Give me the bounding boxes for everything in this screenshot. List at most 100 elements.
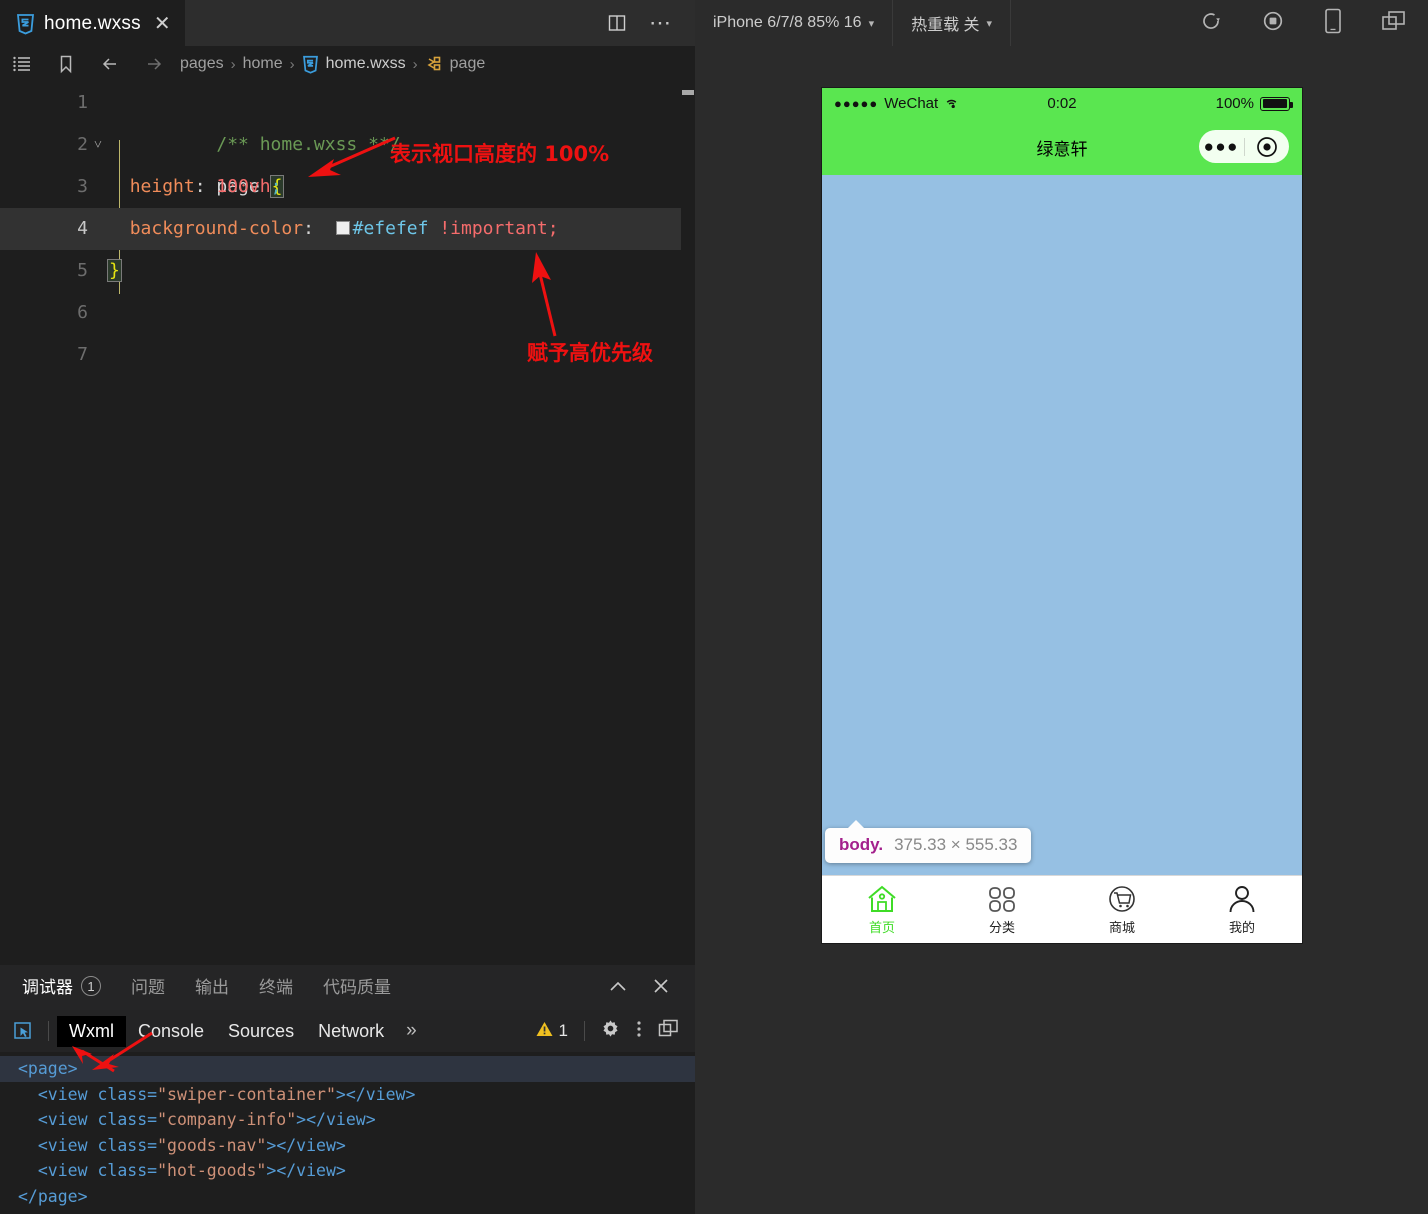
toolbar-divider (48, 1021, 49, 1041)
tooltip-selector: body. (839, 835, 884, 854)
wxml-tag-close: </view> (276, 1161, 346, 1180)
editor-tab-home-wxss[interactable]: home.wxss ✕ (0, 0, 185, 46)
wxml-class-value: "company-info" (157, 1110, 297, 1129)
editor-scrollbar[interactable] (681, 82, 695, 965)
arrow-left-icon[interactable] (100, 54, 120, 74)
css-important-flag: !important (439, 218, 548, 239)
wxml-class-value: "goods-nav" (157, 1135, 267, 1155)
tabbar-item-shop[interactable]: 商城 (1062, 883, 1182, 936)
tabbar-label: 我的 (1228, 921, 1255, 936)
wxml-node-goods-nav[interactable]: <view class="goods-nav"></view> (0, 1133, 695, 1159)
tooltip-arrow (847, 820, 865, 829)
tabbar-label: 商城 (1108, 921, 1135, 936)
wxml-tag-close: </view> (306, 1110, 376, 1129)
category-icon (987, 883, 1017, 914)
warning-count: 1 (558, 1021, 568, 1040)
statusbar-right: 100% (1215, 95, 1293, 112)
breadcrumb-item-pages[interactable]: pages (180, 55, 224, 73)
outline-list-icon[interactable] (12, 54, 32, 74)
phone-simulator: ●●●●● WeChat 0:02 100% 绿意轩 ●●● body. 375… (822, 88, 1302, 943)
panel-tab-terminal[interactable]: 终端 (259, 973, 293, 1003)
fold-chevron-down-icon[interactable]: ˅ (88, 124, 108, 166)
editor-tab-label: home.wxss (44, 12, 141, 34)
bookmark-icon[interactable] (56, 54, 76, 74)
code-editor[interactable]: 1 /** home.wxss **/ 2 ˅ page { 3 height:… (0, 82, 695, 965)
devtools-tab-console[interactable]: Console (126, 1016, 216, 1047)
panel-tab-problems[interactable]: 问题 (131, 973, 165, 1003)
panel-tab-debugger[interactable]: 调试器 1 (22, 973, 101, 1012)
tabbar-item-mine[interactable]: 我的 (1182, 883, 1302, 936)
wxml-class-value: "swiper-container" (157, 1084, 336, 1104)
wxml-node-swiper-container[interactable]: <view class="swiper-container"></view> (0, 1082, 695, 1108)
close-icon[interactable] (653, 978, 669, 998)
line-number: 5 (77, 260, 88, 281)
color-swatch[interactable] (335, 221, 350, 235)
capsule-target-icon[interactable] (1245, 135, 1290, 159)
more-options-icon[interactable]: ⋯ (649, 12, 673, 34)
wxml-tree[interactable]: <page> <view class="swiper-container"></… (0, 1052, 695, 1214)
css-property-height: height (129, 176, 195, 197)
line-number: 6 (77, 302, 88, 323)
panel-tab-output[interactable]: 输出 (195, 973, 229, 1003)
page-body-highlight[interactable]: body. 375.33 × 555.33 (822, 175, 1302, 875)
wxml-node-page-close[interactable]: </page> (0, 1184, 695, 1210)
colon: : (303, 218, 314, 239)
wxss-file-icon (302, 55, 319, 74)
gear-icon[interactable] (601, 1019, 620, 1043)
wxml-class-value: "hot-goods" (157, 1161, 267, 1180)
stop-record-icon[interactable] (1261, 9, 1285, 38)
split-editor-icon[interactable] (607, 13, 627, 33)
page-title: 绿意轩 (1036, 139, 1088, 160)
code-line-4: 4 background-color: #efefef !important; (0, 208, 695, 250)
device-selector-label: iPhone 6/7/8 85% 16 (713, 14, 862, 31)
device-preview-icon[interactable] (1323, 8, 1343, 39)
battery-percent-label: 100% (1215, 95, 1254, 112)
panel-tab-code-quality[interactable]: 代码质量 (323, 973, 391, 1003)
wxml-node-company-info[interactable]: <view class="company-info"></view> (0, 1107, 695, 1133)
breadcrumb-trail: pages › home › home.wxss › page (180, 55, 485, 74)
css-value-100vh: 100vh (216, 176, 271, 197)
editor-pane: home.wxss ✕ ⋯ pages › home › home.wxss ›… (0, 0, 695, 1214)
hot-reload-label: 热重载 关 (911, 17, 980, 34)
dock-panel-icon[interactable] (658, 1019, 679, 1043)
carrier-label: WeChat (884, 95, 939, 112)
wxml-tag: <page> (18, 1059, 78, 1078)
devtools-tab-sources[interactable]: Sources (216, 1016, 306, 1047)
capsule-menu-dots-icon[interactable]: ●●● (1199, 138, 1244, 155)
code-line-1: 1 /** home.wxss **/ (0, 82, 695, 155)
warning-triangle-icon (536, 1021, 553, 1042)
close-icon[interactable]: ✕ (154, 14, 171, 34)
line-number: 3 (77, 176, 88, 197)
chevron-up-icon[interactable] (609, 978, 627, 997)
tabbar-item-category[interactable]: 分类 (942, 883, 1062, 936)
devtools-overflow-icon[interactable]: » (396, 1020, 427, 1042)
detach-window-icon[interactable] (1381, 9, 1406, 37)
semicolon: ; (547, 218, 559, 239)
breadcrumb-item-home-wxss[interactable]: home.wxss (326, 55, 406, 73)
breadcrumb-item-home[interactable]: home (243, 55, 283, 73)
arrow-right-icon[interactable] (144, 54, 164, 74)
devtools-tab-wxml[interactable]: Wxml (57, 1015, 126, 1047)
wxml-node-hot-goods[interactable]: <view class="hot-goods"></view> (0, 1158, 695, 1184)
element-inspect-tooltip: body. 375.33 × 555.33 (825, 820, 1032, 863)
css-property-background-color: background-color (129, 218, 304, 239)
device-selector[interactable]: iPhone 6/7/8 85% 16 ▾ (695, 0, 894, 46)
wxml-node-page-open[interactable]: <page> (0, 1056, 695, 1082)
hot-reload-selector[interactable]: 热重载 关 ▾ (893, 0, 1012, 46)
inspect-element-icon[interactable] (0, 1021, 46, 1041)
devtools-tab-network[interactable]: Network (306, 1016, 396, 1047)
editor-scroll-marker (682, 90, 694, 95)
colon: : (194, 176, 206, 197)
panel-tab-badge: 1 (81, 975, 101, 996)
phone-navbar: 绿意轩 ●●● (822, 119, 1302, 175)
wxml-tag-open: <view class= (37, 1135, 158, 1155)
breadcrumb-item-page[interactable]: page (450, 55, 486, 73)
toolbar-divider (584, 1021, 585, 1041)
tabbar-item-home[interactable]: 首页 (822, 883, 942, 936)
warning-indicator[interactable]: 1 (536, 1021, 568, 1042)
panel-tab-label: 调试器 (22, 977, 73, 997)
breadcrumb-separator: › (412, 55, 418, 73)
refresh-icon[interactable] (1199, 9, 1223, 38)
more-vertical-icon[interactable] (636, 1019, 642, 1044)
phone-statusbar: ●●●●● WeChat 0:02 100% (822, 88, 1302, 119)
